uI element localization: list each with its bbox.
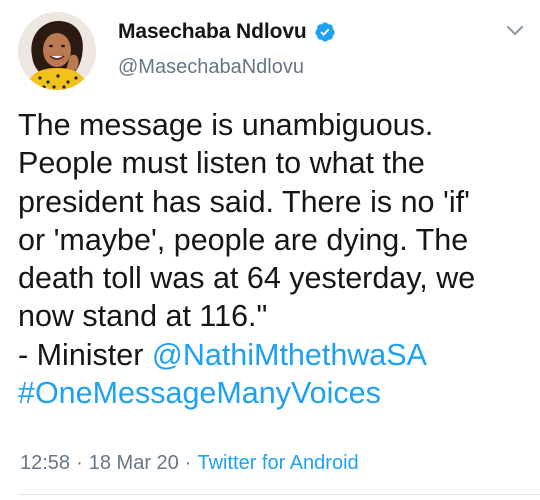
verified-badge-icon: [314, 22, 335, 42]
tweet-date[interactable]: 18 Mar 20: [89, 452, 179, 474]
tweet-text-line: death toll was at 64 yesterday, we: [18, 261, 476, 296]
attribution-prefix: - Minister: [18, 337, 152, 372]
chevron-down-icon[interactable]: [506, 24, 524, 38]
separator-dot: ·: [76, 452, 83, 474]
tweet-source-link[interactable]: Twitter for Android: [197, 452, 358, 474]
tweet-text-line: now stand at 116.": [18, 299, 268, 334]
display-name[interactable]: Masechaba Ndlovu: [118, 20, 307, 44]
divider: [18, 494, 540, 495]
tweet-text-line: president has said. There is no 'if': [18, 184, 470, 219]
attribution-line: - Minister @NathiMthethwaSA: [18, 336, 528, 374]
tweet-text: The message is unambiguous. People must …: [18, 106, 528, 412]
tweet-time[interactable]: 12:58: [20, 452, 70, 474]
user-handle[interactable]: @MasechabaNdlovu: [118, 56, 304, 79]
tweet-text-line: The message is unambiguous.: [18, 108, 434, 142]
separator-dot: ·: [184, 452, 192, 474]
hashtag-link[interactable]: #OneMessageManyVoices: [18, 374, 528, 412]
tweet-meta: 12:58 · 18 Mar 20 · Twitter for Android: [20, 452, 359, 475]
tweet-text-line: People must listen to what the: [18, 146, 425, 181]
profile-photo-icon: [18, 12, 96, 90]
tweet-text-line: or 'maybe', people are dying. The: [18, 222, 469, 257]
tweet-card: Masechaba Ndlovu @MasechabaNdlovu The me…: [0, 0, 540, 500]
avatar[interactable]: [18, 12, 96, 90]
mention-link[interactable]: @NathiMthethwaSA: [152, 338, 427, 372]
author-name-row[interactable]: Masechaba Ndlovu: [118, 18, 336, 46]
